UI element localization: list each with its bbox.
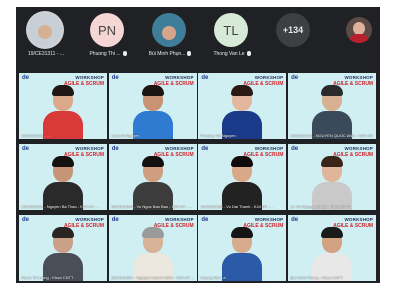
- video-tile[interactable]: de WORKSHOP AGILE & SCRUM 19/CE31066 - Vo D…: [198, 144, 287, 210]
- workshop-text: WORKSHOP: [344, 217, 374, 222]
- participant-label: Hoang Van Le: [200, 275, 226, 280]
- participant-tile[interactable]: Bùi Minh Phụn...: [140, 11, 200, 65]
- workshop-text: WORKSHOP: [344, 146, 374, 151]
- muted-mic-icon: [187, 51, 192, 57]
- participant-tile[interactable]: PN Phuong Thi ...: [78, 11, 138, 65]
- workshop-text: WORKSHOP: [165, 75, 194, 80]
- participant-initials: TL: [223, 22, 239, 38]
- video-tile[interactable]: de WORKSHOP AGILE & SCRUM Phuong Thi Nguyen: [198, 73, 287, 139]
- brand-logo: de: [111, 75, 119, 81]
- meeting-window: 19/CE31311 - ... PN Phuong Thi ... Bùi M…: [16, 7, 380, 283]
- participant-avatar: PN: [90, 13, 124, 47]
- participant-video: [43, 156, 83, 210]
- participant-name: Phuong Thi ...: [89, 51, 121, 57]
- participant-video: [312, 85, 353, 139]
- more-participants-button[interactable]: +134: [264, 11, 324, 65]
- video-tile[interactable]: de WORKSHOP AGILE & SCRUM Hung M Nguyen: [108, 73, 197, 139]
- participant-avatar: [28, 13, 62, 47]
- participant-name-row: Thong Van Le: [202, 51, 262, 57]
- participant-avatar: [152, 13, 186, 47]
- workshop-text: WORKSHOP: [254, 217, 284, 222]
- participant-video: [312, 227, 353, 281]
- workshop-text: WORKSHOP: [75, 146, 104, 151]
- participant-strip: 19/CE31311 - ... PN Phuong Thi ... Bùi M…: [16, 7, 380, 69]
- participant-initials: PN: [97, 22, 117, 38]
- brand-logo: de: [291, 146, 299, 152]
- participant-label: Phuong Thi Nguyen: [200, 133, 236, 138]
- participant-label: Bui Minh Phung - Khoa CNTT: [290, 275, 344, 280]
- participant-name-row: Phuong Thi ...: [78, 51, 138, 57]
- self-view[interactable]: [338, 15, 378, 59]
- workshop-text: WORKSHOP: [165, 217, 194, 222]
- participant-label: Pham Thi Hong - Khoa CNTT: [21, 275, 74, 280]
- participant-label: 19/CE31122 - NGUYEN QUOC ANH - K24 HN: [290, 133, 373, 138]
- participant-name: Thong Van Le: [213, 51, 245, 57]
- participant-video: [132, 227, 173, 281]
- video-tile[interactable]: de WORKSHOP AGILE & SCRUM 19/CE31259 - ...: [19, 73, 107, 139]
- workshop-text: WORKSHOP: [165, 146, 194, 151]
- participant-name: 19/CE31311 - ...: [27, 51, 65, 57]
- workshop-text: WORKSHOP: [254, 75, 284, 80]
- video-tile[interactable]: de WORKSHOP AGILE & SCRUM 19/CE31094 - Nguy…: [108, 215, 197, 281]
- brand-logo: de: [291, 75, 299, 81]
- participant-tile[interactable]: 19/CE31311 - ...: [16, 11, 76, 65]
- participant-label: Hung M Nguyen: [110, 133, 140, 138]
- brand-logo: de: [201, 146, 209, 152]
- video-tile[interactable]: de WORKSHOP AGILE & SCRUM 19/CE31067 - Nguy…: [19, 144, 107, 210]
- participant-tile[interactable]: TL Thong Van Le: [202, 11, 262, 65]
- brand-logo: de: [111, 146, 119, 152]
- participant-video: [43, 227, 83, 281]
- participant-avatar: TL: [214, 13, 248, 47]
- participant-video: [43, 85, 83, 139]
- workshop-text: WORKSHOP: [344, 75, 374, 80]
- video-tile[interactable]: de WORKSHOP AGILE & SCRUM Le Thi Nguyen Cha…: [288, 144, 377, 210]
- workshop-text: WORKSHOP: [254, 146, 284, 151]
- video-tile[interactable]: de WORKSHOP AGILE & SCRUM Hoang Van Le: [198, 215, 287, 281]
- participant-name-row: Bùi Minh Phụn...: [140, 51, 200, 57]
- muted-mic-icon: [246, 51, 251, 57]
- participant-label: 19/CE31067 - Nguyen Ba Thao - K24 HT - .…: [21, 204, 101, 209]
- video-tile[interactable]: de WORKSHOP AGILE & SCRUM Bui Minh Phung - …: [288, 215, 377, 281]
- more-participants-count: +134: [276, 13, 310, 47]
- brand-logo: de: [22, 217, 30, 223]
- brand-logo: de: [22, 146, 30, 152]
- workshop-text: WORKSHOP: [75, 75, 104, 80]
- brand-logo: de: [201, 75, 209, 81]
- brand-logo: de: [201, 217, 209, 223]
- participant-video: [222, 85, 263, 139]
- self-avatar: [346, 17, 372, 43]
- participant-video: [132, 85, 173, 139]
- participant-label: 19/CE31259 - ...: [21, 133, 51, 138]
- participant-video: [222, 227, 263, 281]
- brand-logo: de: [22, 75, 30, 81]
- participant-video: [312, 156, 353, 210]
- video-tile[interactable]: de WORKSHOP AGILE & SCRUM Pham Thi Hong - K…: [19, 215, 107, 281]
- participant-label: 19/CE31004 - Vu Ngoc Bao Bao - K24 HT - …: [110, 204, 193, 209]
- video-tile[interactable]: de WORKSHOP AGILE & SCRUM 19/CE31004 - Vu N…: [108, 144, 197, 210]
- muted-mic-icon: [122, 51, 127, 57]
- brand-logo: de: [111, 217, 119, 223]
- workshop-text: WORKSHOP: [75, 217, 104, 222]
- participant-label: 19/CE31066 - Vo Dai Thanh - K24 HT - ...: [200, 204, 275, 209]
- participant-label: Le Thi Nguyen Chau - Khoa CNTT: [290, 204, 352, 209]
- participant-video: [222, 156, 263, 210]
- brand-logo: de: [291, 217, 299, 223]
- participant-video: [132, 156, 173, 210]
- participant-label: 19/CE31094 - Nguyen Hoanh Minh - K24 HT …: [110, 275, 195, 280]
- video-grid: de WORKSHOP AGILE & SCRUM 19/CE31259 - ... d…: [19, 73, 378, 281]
- participant-name: Bùi Minh Phụn...: [148, 51, 186, 57]
- video-tile[interactable]: de WORKSHOP AGILE & SCRUM 19/CE31122 - NGUY…: [288, 73, 377, 139]
